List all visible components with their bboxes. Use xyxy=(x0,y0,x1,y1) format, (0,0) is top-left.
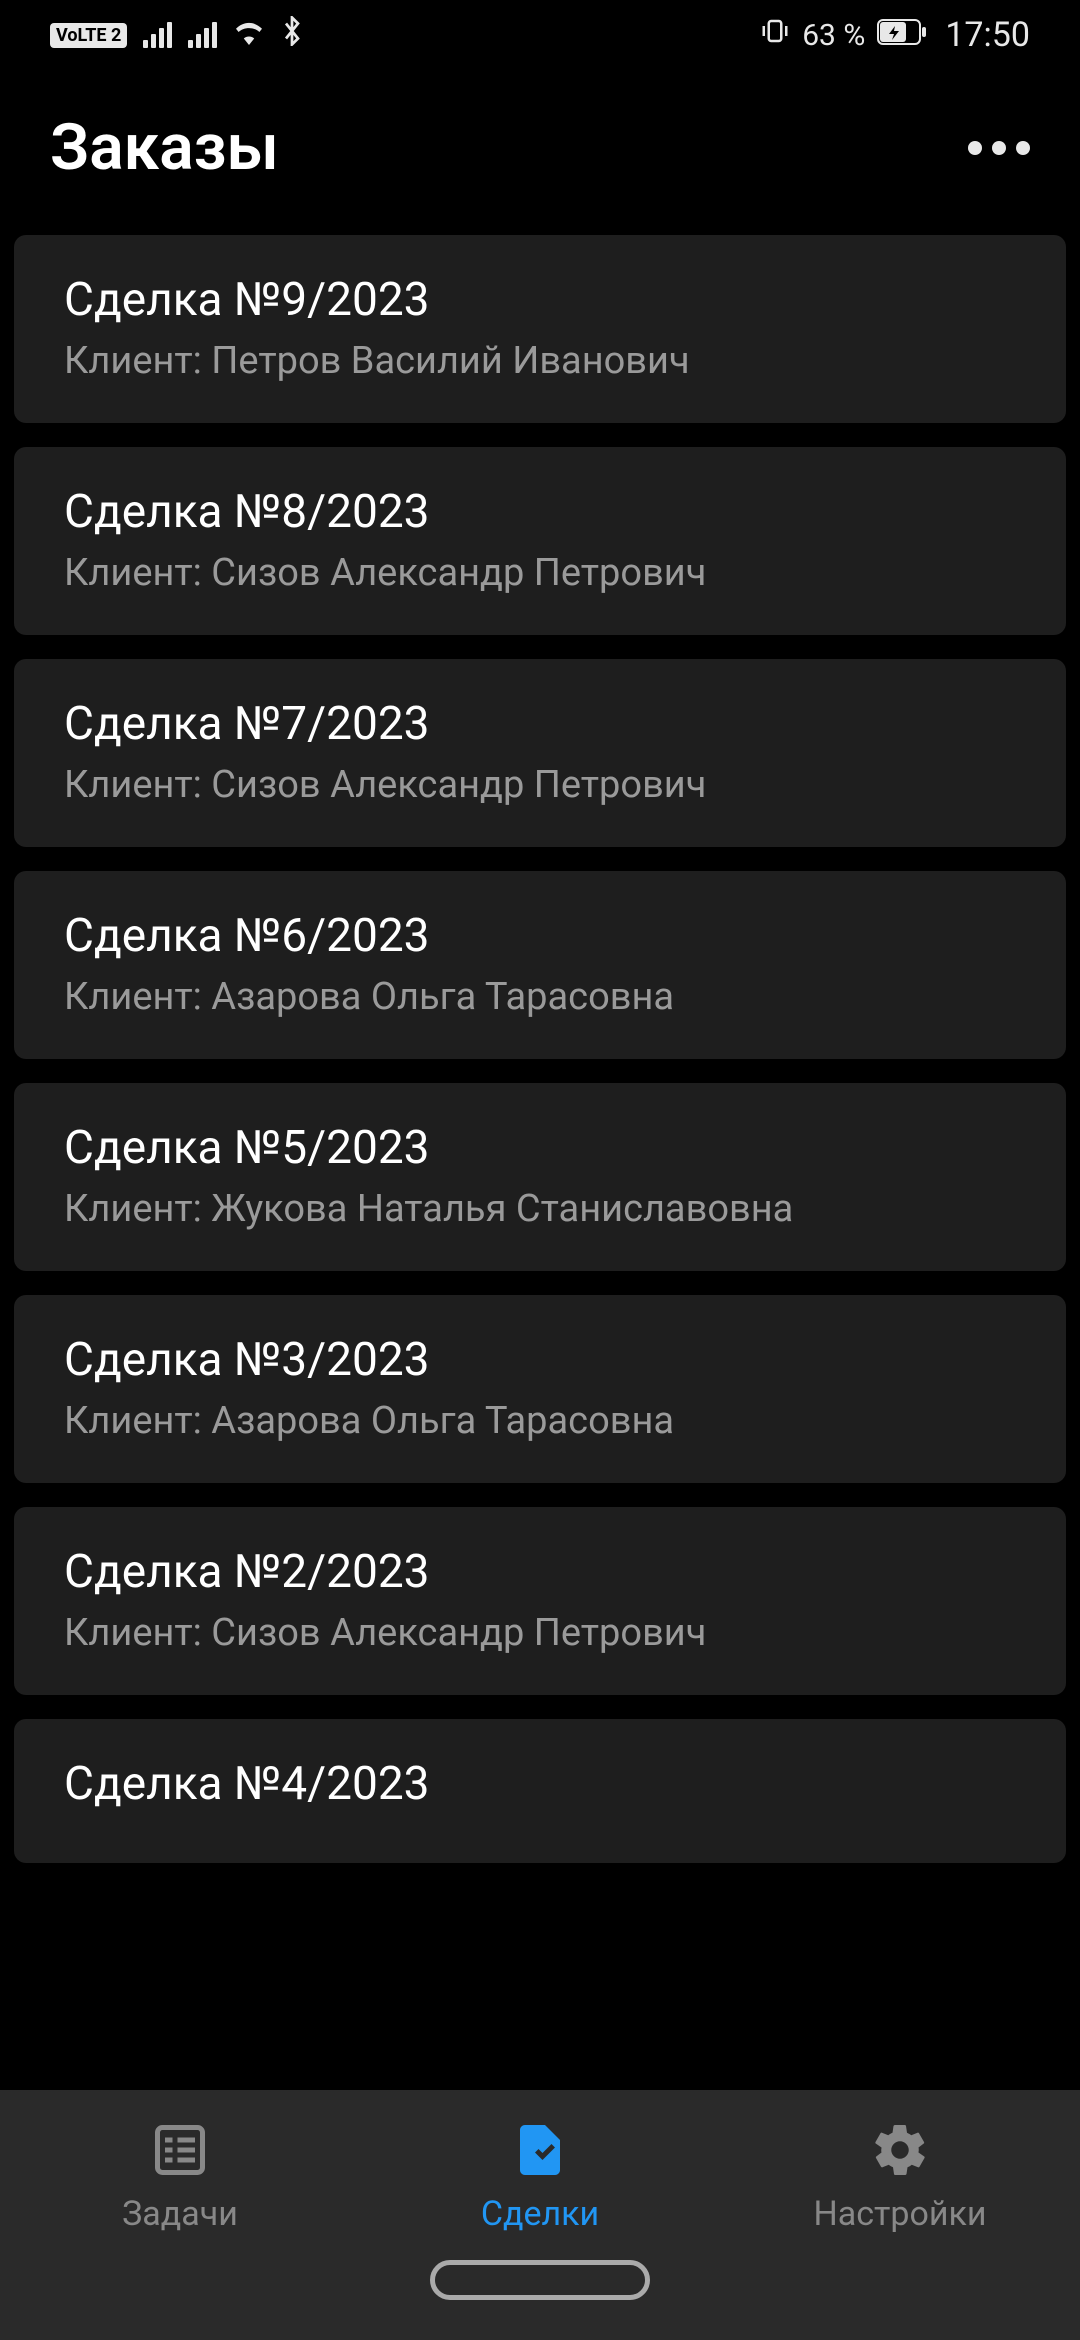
deal-client: Клиент: Петров Василий Иванович xyxy=(64,339,1016,383)
deal-client: Клиент: Азарова Ольга Тарасовна xyxy=(64,975,1016,1019)
list-item[interactable]: Сделка №6/2023 Клиент: Азарова Ольга Тар… xyxy=(14,871,1066,1059)
deal-title: Сделка №2/2023 xyxy=(64,1545,1016,1599)
battery-percent: 63 % xyxy=(802,18,865,53)
bottom-nav: Задачи Сделки Настройки xyxy=(0,2090,1080,2340)
deal-title: Сделка №5/2023 xyxy=(64,1121,1016,1175)
status-left: VoLTE 2 xyxy=(50,16,303,54)
deal-client: Клиент: Азарова Ольга Тарасовна xyxy=(64,1399,1016,1443)
deal-title: Сделка №6/2023 xyxy=(64,909,1016,963)
list-icon xyxy=(150,2120,210,2184)
list-item[interactable]: Сделка №8/2023 Клиент: Сизов Александр П… xyxy=(14,447,1066,635)
volte-badge: VoLTE 2 xyxy=(50,23,127,48)
deal-title: Сделка №4/2023 xyxy=(64,1757,1016,1811)
sim-number: 2 xyxy=(111,25,121,46)
list-item[interactable]: Сделка №9/2023 Клиент: Петров Василий Ив… xyxy=(14,235,1066,423)
nav-label: Сделки xyxy=(481,2194,599,2234)
time: 17:50 xyxy=(945,15,1030,55)
deal-client: Клиент: Сизов Александр Петрович xyxy=(64,551,1016,595)
signal-icon xyxy=(143,22,172,48)
more-icon xyxy=(992,141,1006,155)
header: Заказы xyxy=(0,70,1080,235)
more-icon xyxy=(968,141,982,155)
home-indicator[interactable] xyxy=(430,2260,650,2300)
battery-icon xyxy=(877,18,927,53)
status-right: 63 % 17:50 xyxy=(760,15,1030,55)
deal-client: Клиент: Сизов Александр Петрович xyxy=(64,1611,1016,1655)
list-item[interactable]: Сделка №2/2023 Клиент: Сизов Александр П… xyxy=(14,1507,1066,1695)
bluetooth-icon xyxy=(281,16,303,54)
gear-icon xyxy=(870,2120,930,2184)
list-item[interactable]: Сделка №7/2023 Клиент: Сизов Александр П… xyxy=(14,659,1066,847)
list-item[interactable]: Сделка №4/2023 xyxy=(14,1719,1066,1863)
nav-label: Задачи xyxy=(122,2194,238,2234)
more-icon xyxy=(1016,141,1030,155)
deals-list[interactable]: Сделка №9/2023 Клиент: Петров Василий Ив… xyxy=(0,235,1080,2135)
deal-title: Сделка №7/2023 xyxy=(64,697,1016,751)
list-item[interactable]: Сделка №5/2023 Клиент: Жукова Наталья Ст… xyxy=(14,1083,1066,1271)
deal-client: Клиент: Жукова Наталья Станиславовна xyxy=(64,1187,1016,1231)
page-title: Заказы xyxy=(50,110,279,185)
volte-text: VoLTE xyxy=(56,25,107,46)
nav-deals[interactable]: Сделки xyxy=(360,2120,720,2234)
list-item[interactable]: Сделка №3/2023 Клиент: Азарова Ольга Тар… xyxy=(14,1295,1066,1483)
nav-settings[interactable]: Настройки xyxy=(720,2120,1080,2234)
deal-title: Сделка №3/2023 xyxy=(64,1333,1016,1387)
deal-title: Сделка №9/2023 xyxy=(64,273,1016,327)
deal-client: Клиент: Сизов Александр Петрович xyxy=(64,763,1016,807)
nav-label: Настройки xyxy=(813,2194,986,2234)
vibrate-icon xyxy=(760,16,790,54)
wifi-icon xyxy=(233,18,265,53)
file-check-icon xyxy=(510,2120,570,2184)
deal-title: Сделка №8/2023 xyxy=(64,485,1016,539)
signal-icon xyxy=(188,22,217,48)
more-button[interactable] xyxy=(968,141,1030,155)
status-bar: VoLTE 2 63 % 17:50 xyxy=(0,0,1080,70)
nav-tasks[interactable]: Задачи xyxy=(0,2120,360,2234)
